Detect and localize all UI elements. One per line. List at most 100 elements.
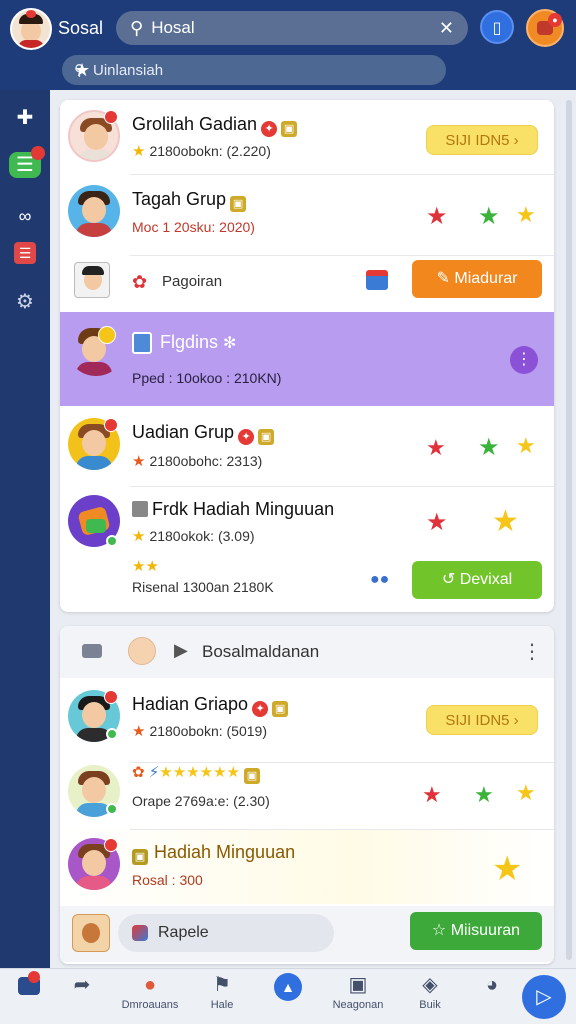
folder-icon: [82, 644, 102, 658]
row-title: Uadian Grup ✦ ▣: [132, 422, 275, 445]
home-icon: ▲: [272, 973, 304, 1001]
more-vertical-icon: ⋮: [516, 351, 532, 368]
profile-avatar[interactable]: [10, 8, 52, 50]
list-item[interactable]: Frdk Hadiah Minguuan ★ 2180okok: (3.09) ★…: [60, 487, 554, 611]
add-icon[interactable]: ✚: [9, 102, 41, 134]
nav-item-groups[interactable]: ● Dmroauans: [114, 973, 186, 1011]
row-meta: ★ 2180okok: (3.09): [132, 527, 255, 545]
avatar-badge: [104, 838, 118, 852]
miisuuran-button-label: Miisuuran: [450, 922, 521, 939]
list-item[interactable]: ▣ Hadiah Minguuan Rosal : 300 ★: [60, 830, 554, 904]
star-icon: ★: [478, 434, 500, 461]
chat-icon: [14, 971, 44, 997]
miadurar-button-label: Miadurar: [454, 270, 518, 287]
list-icon[interactable]: ☰: [14, 242, 36, 264]
nav-badge: [28, 971, 40, 983]
nav-item-games[interactable]: ▣ Neagonan: [326, 973, 390, 1011]
flower-icon: ✿: [132, 272, 148, 292]
miisuuran-button[interactable]: ☆ Miisuuran: [410, 912, 542, 950]
list-item[interactable]: ✿ Pagoiran ✎ Miadurar: [60, 256, 554, 310]
online-status-dot: [106, 535, 118, 547]
devixal-button[interactable]: ↺ Devixal: [412, 561, 542, 599]
play-icon: ▶: [174, 640, 188, 660]
row-title: Tagah Grup ▣: [132, 189, 247, 212]
list-item-highlighted[interactable]: Flgdins ✻ Pped : 10okoo : 210KN) ⋮: [60, 312, 554, 406]
star-icon: ★: [516, 433, 536, 458]
star-icon: ★: [492, 505, 519, 538]
people-icon: ●●: [370, 571, 390, 588]
bottom-nav: ➦ ● Dmroauans ⚑ Hale ▲ ▣ Neagonan ◈ Buik…: [0, 968, 576, 1024]
row-meta: ★ 2180obokn: (5019): [132, 722, 267, 740]
bookmark-button[interactable]: ▯: [480, 10, 514, 44]
sub-search-input[interactable]: ⚲ Uinlansiah ★: [62, 55, 446, 85]
avatar-badge: [104, 690, 118, 704]
chevron-right-icon: ›: [513, 132, 519, 149]
star-icon: ★: [426, 203, 448, 230]
star-icon: ★: [132, 143, 146, 160]
row-meta-text: 2180obohc: 2313): [149, 453, 263, 469]
row-title-text: Grolilah Gadian: [132, 114, 258, 134]
row-title-text: Hadian Griapo: [132, 694, 249, 714]
more-options-button[interactable]: ⋮: [510, 346, 538, 374]
shield-icon: ◈: [422, 974, 438, 996]
send-button[interactable]: ▷: [522, 975, 566, 1019]
list-item[interactable]: Grolilah Gadian ✦ ▣ ★ 2180obokn: (2.220) SI…: [60, 100, 554, 174]
list-item[interactable]: Hadian Griapo ✦ ▣ ★ 2180obokn: (5019) SIJI …: [60, 680, 554, 762]
row-meta: Pped : 10okoo : 210KN): [132, 370, 282, 386]
document-icon: [132, 332, 152, 354]
game-icon: ▣: [348, 974, 368, 996]
rating-row: ✿ ⚡★★★★★★ ▣: [132, 763, 260, 784]
flower-icon: ✿: [132, 764, 145, 781]
more-vertical-icon[interactable]: ⋮: [522, 639, 542, 664]
row-title: Flgdins ✻: [160, 332, 236, 353]
avatar: [128, 637, 156, 665]
search-input[interactable]: ⚲ Hosal ✕: [116, 11, 468, 45]
row-title-text: Uadian Grup: [132, 422, 235, 442]
nav-item-home[interactable]: ▲: [272, 973, 304, 1001]
list-item[interactable]: ✿ ⚡★★★★★★ ▣ Orape 2769a:e: (2.30) ★ ★ ★: [60, 763, 554, 829]
nav-label: Buik: [419, 999, 441, 1011]
refresh-icon: ↺: [441, 571, 456, 588]
gift-icon: [366, 270, 388, 290]
flag-icon: ⚑: [213, 974, 231, 996]
bookmark-icon: ▯: [492, 20, 502, 37]
row-meta: ★ 2180obokn: (2.220): [132, 142, 271, 160]
row-title-text: Hadiah Minguuan: [154, 842, 296, 862]
list-item[interactable]: Uadian Grup ✦ ▣ ★ 2180obohc: 2313) ★ ★ ★: [60, 406, 554, 486]
badge-icon: ✦: [261, 121, 278, 137]
close-icon[interactable]: ✕: [439, 18, 454, 39]
nav-item-buik[interactable]: ◈ Buik: [410, 973, 450, 1011]
scrollbar[interactable]: [566, 100, 572, 960]
status-button[interactable]: SIJI IDN5 ›: [426, 705, 538, 735]
gear-icon[interactable]: ⚙: [9, 286, 41, 318]
link-icon[interactable]: ∞: [9, 200, 41, 232]
star-icon: ★: [516, 780, 536, 805]
row-title: Grolilah Gadian ✦ ▣: [132, 114, 298, 137]
message-input[interactable]: Rapele: [118, 914, 334, 952]
gift-icon: ▣: [132, 849, 148, 865]
nav-item-hale[interactable]: ⚑ Hale: [202, 973, 242, 1011]
status-button-label: SIJI IDN5: [445, 132, 510, 149]
avatar-badge: [104, 110, 118, 124]
nav-label: Neagonan: [332, 999, 384, 1011]
list-item[interactable]: Tagah Grup ▣ Moc 1 20sku: 2020) ★ ★ ★: [60, 175, 554, 255]
avatar-badge: [104, 418, 118, 432]
row-meta: Moc 1 20sku: 2020): [132, 219, 255, 235]
row-title: Frdk Hadiah Minguuan: [132, 499, 334, 520]
share-icon: ➦: [73, 974, 91, 996]
badge-icon: ✦: [252, 701, 269, 717]
chat-icon[interactable]: ☰: [9, 146, 45, 178]
top-bar: Sosal ⚲ Hosal ✕ ▯ ● ⚲ Uinlansiah ★: [0, 0, 576, 90]
star-icon: ★: [474, 782, 494, 807]
nav-item-chat[interactable]: [14, 971, 44, 997]
star-icon: ★: [426, 509, 448, 536]
miadurar-button[interactable]: ✎ Miadurar: [412, 260, 542, 298]
online-status-dot: [106, 728, 118, 740]
search-input-value: Hosal: [151, 18, 195, 37]
nav-item-share[interactable]: ➦: [66, 973, 98, 997]
gift-icon: ▣: [258, 429, 275, 445]
star-icon[interactable]: ★: [74, 58, 90, 82]
notifications-button[interactable]: ●: [526, 9, 564, 47]
status-button[interactable]: SIJI IDN5 ›: [426, 125, 538, 155]
nav-item-globe[interactable]: ◕: [476, 973, 508, 997]
